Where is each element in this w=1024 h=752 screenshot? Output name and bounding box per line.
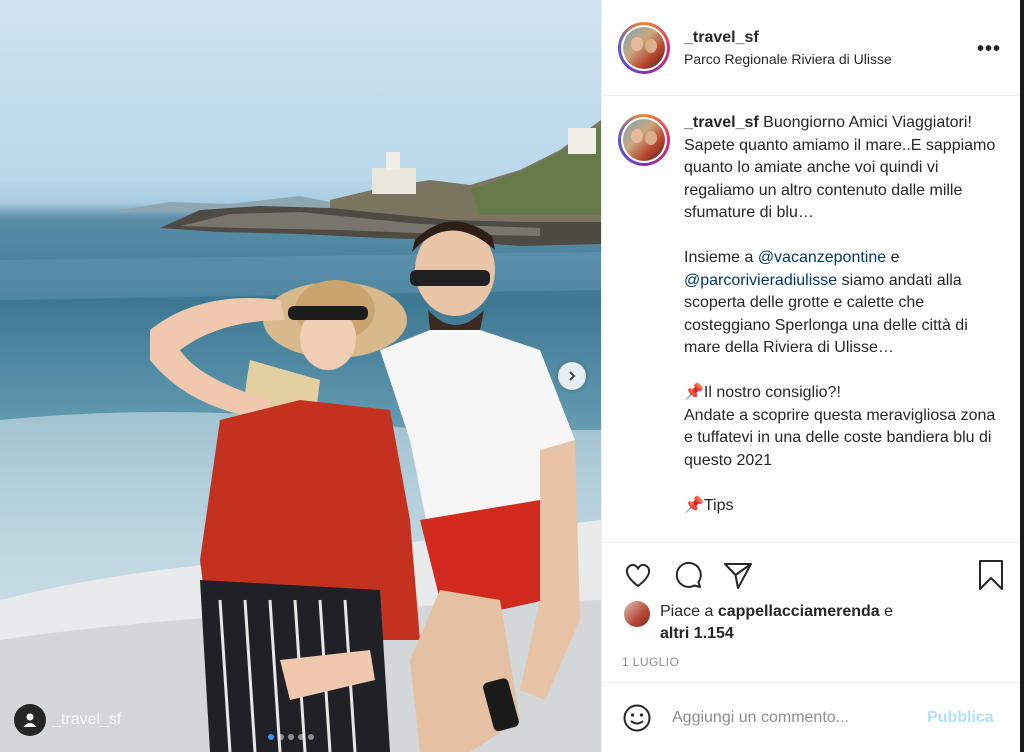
mention-link[interactable]: @vacanzepontine	[758, 249, 886, 266]
next-slide-button[interactable]	[558, 362, 586, 390]
photo-scene	[0, 120, 601, 752]
caption-username[interactable]: _travel_sf	[684, 114, 759, 131]
post-actions: Piace a cappellacciamerenda e altri 1.15…	[602, 542, 1021, 682]
carousel-dot	[308, 734, 314, 740]
liker-username[interactable]: cappellacciamerenda	[718, 603, 880, 620]
window-edge	[1020, 0, 1024, 752]
header-location[interactable]: Parco Regionale Riviera di Ulisse	[684, 51, 892, 67]
caption-line: Insieme a	[684, 249, 758, 266]
post-date[interactable]: 1 LUGLIO	[622, 655, 679, 669]
tagged-username: _travel_sf	[52, 711, 122, 728]
post-side-panel: _travel_sf Parco Regionale Riviera di Ul…	[601, 0, 1021, 752]
caption-text: _travel_sf Buongiorno Amici Viaggiatori!…	[684, 112, 1004, 540]
more-icon[interactable]: •••	[977, 38, 1001, 61]
caption-line: 📌Tips	[684, 496, 734, 514]
caption-line: Sapete quanto amiamo il mare..E sappiamo…	[684, 136, 996, 222]
share-icon[interactable]	[722, 559, 754, 591]
avatar[interactable]	[618, 21, 670, 74]
bookmark-icon[interactable]	[975, 559, 1007, 591]
post-photo[interactable]: _travel_sf	[0, 0, 601, 752]
likes-summary[interactable]: Piace a cappellacciamerenda e altri 1.15…	[624, 601, 1004, 645]
heart-icon[interactable]	[622, 559, 654, 591]
carousel-indicator	[268, 734, 314, 740]
comment-bar: Pubblica	[602, 682, 1021, 752]
mention-link[interactable]: @parcorivieradiulisse	[684, 272, 837, 289]
carousel-dot	[278, 734, 284, 740]
caption-line: 📌Il nostro consiglio?!	[684, 384, 841, 401]
caption-line: Andate a scoprire questa meravigliosa zo…	[684, 406, 996, 469]
caption: _travel_sf Buongiorno Amici Viaggiatori!…	[618, 112, 1013, 540]
header-username[interactable]: _travel_sf	[684, 29, 892, 47]
comment-icon[interactable]	[672, 559, 704, 591]
likes-prefix: Piace a	[660, 603, 718, 620]
publish-button[interactable]: Pubblica	[927, 709, 994, 727]
tagged-user[interactable]: _travel_sf	[14, 704, 121, 736]
caption-line: Buongiorno Amici Viaggiatori!	[758, 114, 972, 131]
liker-avatar[interactable]	[624, 601, 650, 627]
caption-avatar[interactable]	[618, 114, 670, 166]
likes-count[interactable]: altri 1.154	[660, 625, 734, 642]
caption-line: e	[886, 249, 900, 266]
chevron-right-icon	[569, 371, 576, 381]
comment-input[interactable]	[672, 708, 912, 727]
carousel-dot	[268, 734, 274, 740]
likes-mid: e	[879, 603, 894, 620]
carousel-dot	[288, 734, 294, 740]
emoji-icon[interactable]	[622, 703, 652, 733]
user-tag-icon[interactable]	[14, 704, 46, 736]
post-header: _travel_sf Parco Regionale Riviera di Ul…	[602, 0, 1021, 96]
carousel-dot	[298, 734, 304, 740]
